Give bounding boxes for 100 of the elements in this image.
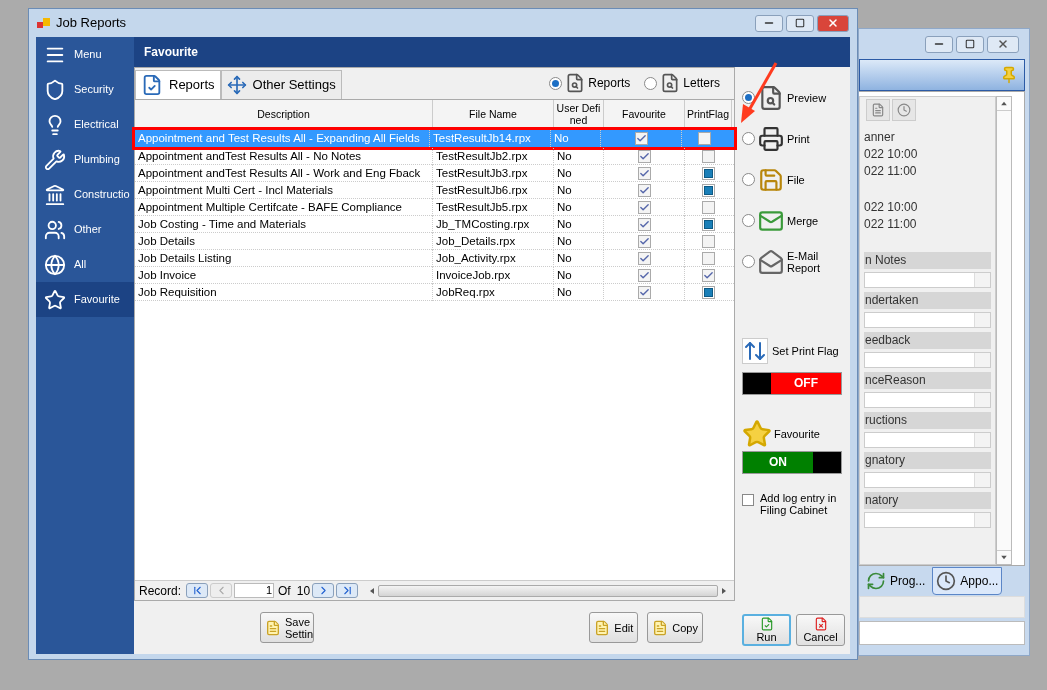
sidebar-item[interactable]: All xyxy=(36,247,134,282)
check-icon xyxy=(638,253,650,264)
tab[interactable]: Reports xyxy=(135,70,221,99)
section-label: eedback xyxy=(864,332,991,349)
toolbar-button[interactable]: Save Settin xyxy=(260,612,314,643)
table-row[interactable]: Job Requisition JobReq.rpx No xyxy=(135,284,734,301)
checkbox[interactable] xyxy=(637,167,651,180)
clock-icon xyxy=(897,103,911,117)
checkbox[interactable] xyxy=(702,150,715,163)
table-row[interactable]: Job Details Job_Details.rpx No xyxy=(135,233,734,250)
section-label: ructions xyxy=(864,412,991,429)
sidebar-item[interactable]: Security xyxy=(36,72,134,107)
text-field[interactable] xyxy=(864,312,991,328)
document-icon xyxy=(652,619,669,636)
document-search-icon xyxy=(758,84,784,111)
check-icon xyxy=(638,151,650,162)
text-field[interactable] xyxy=(859,621,1025,645)
checkbox[interactable] xyxy=(742,494,754,506)
checkbox[interactable] xyxy=(637,150,651,163)
checkbox[interactable] xyxy=(702,269,715,282)
checkbox[interactable] xyxy=(637,218,651,231)
sidebar-item[interactable]: Menu xyxy=(36,37,134,72)
bottom-tab[interactable]: Appo... xyxy=(932,567,1003,595)
table-row[interactable]: Job Costing - Time and Materials Jb_TMCosting.rpx No xyxy=(135,216,734,233)
document-search-icon xyxy=(565,73,586,93)
bottom-tab[interactable]: Prog... xyxy=(863,567,929,595)
wrench-icon xyxy=(44,148,66,171)
check-icon xyxy=(638,287,650,298)
clock-icon xyxy=(936,571,957,591)
radio-button[interactable] xyxy=(742,132,755,145)
radio-button[interactable] xyxy=(742,173,755,186)
sidebar-item[interactable]: Constructio xyxy=(36,177,134,212)
app-icon xyxy=(37,16,51,30)
radio-button[interactable] xyxy=(742,255,755,268)
close-button[interactable] xyxy=(987,35,1019,53)
table-cell: No xyxy=(554,284,604,301)
run-button[interactable]: Run xyxy=(742,614,791,646)
check-icon xyxy=(638,236,650,247)
checkbox[interactable] xyxy=(637,286,651,299)
last-record-button[interactable] xyxy=(336,583,359,598)
globe-icon xyxy=(44,253,66,276)
table-cell: InvoiceJob.rpx xyxy=(433,267,554,284)
checkbox[interactable] xyxy=(702,201,715,214)
toggle-switch[interactable]: ON xyxy=(742,451,842,474)
document-arrows-icon xyxy=(742,338,768,364)
table-row[interactable]: Job Details Listing Job_Activity.rpx No xyxy=(135,250,734,267)
tab[interactable]: Other Settings xyxy=(220,70,342,99)
toggle-switch[interactable]: OFF xyxy=(742,372,842,395)
radio-button[interactable] xyxy=(742,214,755,227)
sidebar-item[interactable]: Electrical xyxy=(36,107,134,142)
first-record-button[interactable] xyxy=(186,583,209,598)
checkbox[interactable] xyxy=(637,201,651,214)
table-row[interactable]: Appointment andTest Results All - No Notes TestResultJb2.rpx No xyxy=(135,148,734,165)
pin-icon xyxy=(1000,66,1018,84)
text-field[interactable] xyxy=(864,432,991,448)
maximize-button[interactable] xyxy=(786,14,814,32)
checkbox[interactable] xyxy=(637,269,651,282)
radio-button[interactable] xyxy=(644,76,658,90)
minimize-button[interactable] xyxy=(755,14,783,32)
text-field[interactable] xyxy=(864,352,991,368)
next-record-button[interactable] xyxy=(312,583,335,598)
table-row[interactable]: Appointment Multi Cert - Incl Materials TestResultJb6.rpx No xyxy=(135,182,734,199)
table-cell: Appointment Multiple Certifcate - BAFE Compliance xyxy=(135,199,433,216)
toolbar-button[interactable]: Edit xyxy=(589,612,639,643)
radio-label: E-Mail Report xyxy=(787,249,822,274)
table-row[interactable]: Job Invoice InvoiceJob.rpx No xyxy=(135,267,734,284)
checkbox-label: Add log entry in Filing Cabinet xyxy=(760,492,838,516)
document-button[interactable] xyxy=(866,99,890,121)
checkbox[interactable] xyxy=(697,132,711,145)
clock-button[interactable] xyxy=(892,99,916,121)
star-icon xyxy=(44,288,66,311)
refresh-icon xyxy=(866,571,886,591)
checkbox[interactable] xyxy=(637,235,651,248)
toggle-label: Favourite xyxy=(774,426,820,442)
text-field[interactable] xyxy=(864,392,991,408)
cancel-button[interactable]: Cancel xyxy=(796,614,845,646)
close-icon xyxy=(997,38,1009,50)
record-number-field[interactable]: 1 xyxy=(234,583,275,598)
table-row[interactable]: Appointment andTest Results All - Work and Eng Fback TestResultJb3.rpx No xyxy=(135,165,734,182)
minimize-button[interactable] xyxy=(925,35,953,53)
text-field[interactable] xyxy=(864,512,991,528)
maximize-button[interactable] xyxy=(956,35,984,53)
toolbar-button[interactable]: Copy xyxy=(647,612,703,643)
sidebar-item[interactable]: Other xyxy=(36,212,134,247)
vertical-scrollbar[interactable] xyxy=(996,96,1012,565)
checkbox[interactable] xyxy=(637,184,651,197)
text-field[interactable] xyxy=(864,472,991,488)
close-button[interactable] xyxy=(817,14,849,32)
checkbox[interactable] xyxy=(637,252,651,265)
table-cell: No xyxy=(554,250,604,267)
record-count: 10 xyxy=(296,582,311,600)
table-row[interactable]: Appointment Multiple Certifcate - BAFE Compliance TestResultJb5.rpx No xyxy=(135,199,734,216)
checkbox[interactable] xyxy=(634,132,648,145)
sidebar-item[interactable]: Favourite xyxy=(36,282,134,317)
checkbox[interactable] xyxy=(702,252,715,265)
text-field[interactable] xyxy=(864,272,991,288)
sidebar-item[interactable]: Plumbing xyxy=(36,142,134,177)
document-check-icon xyxy=(759,617,774,631)
radio-button[interactable] xyxy=(549,76,563,90)
checkbox[interactable] xyxy=(702,235,715,248)
